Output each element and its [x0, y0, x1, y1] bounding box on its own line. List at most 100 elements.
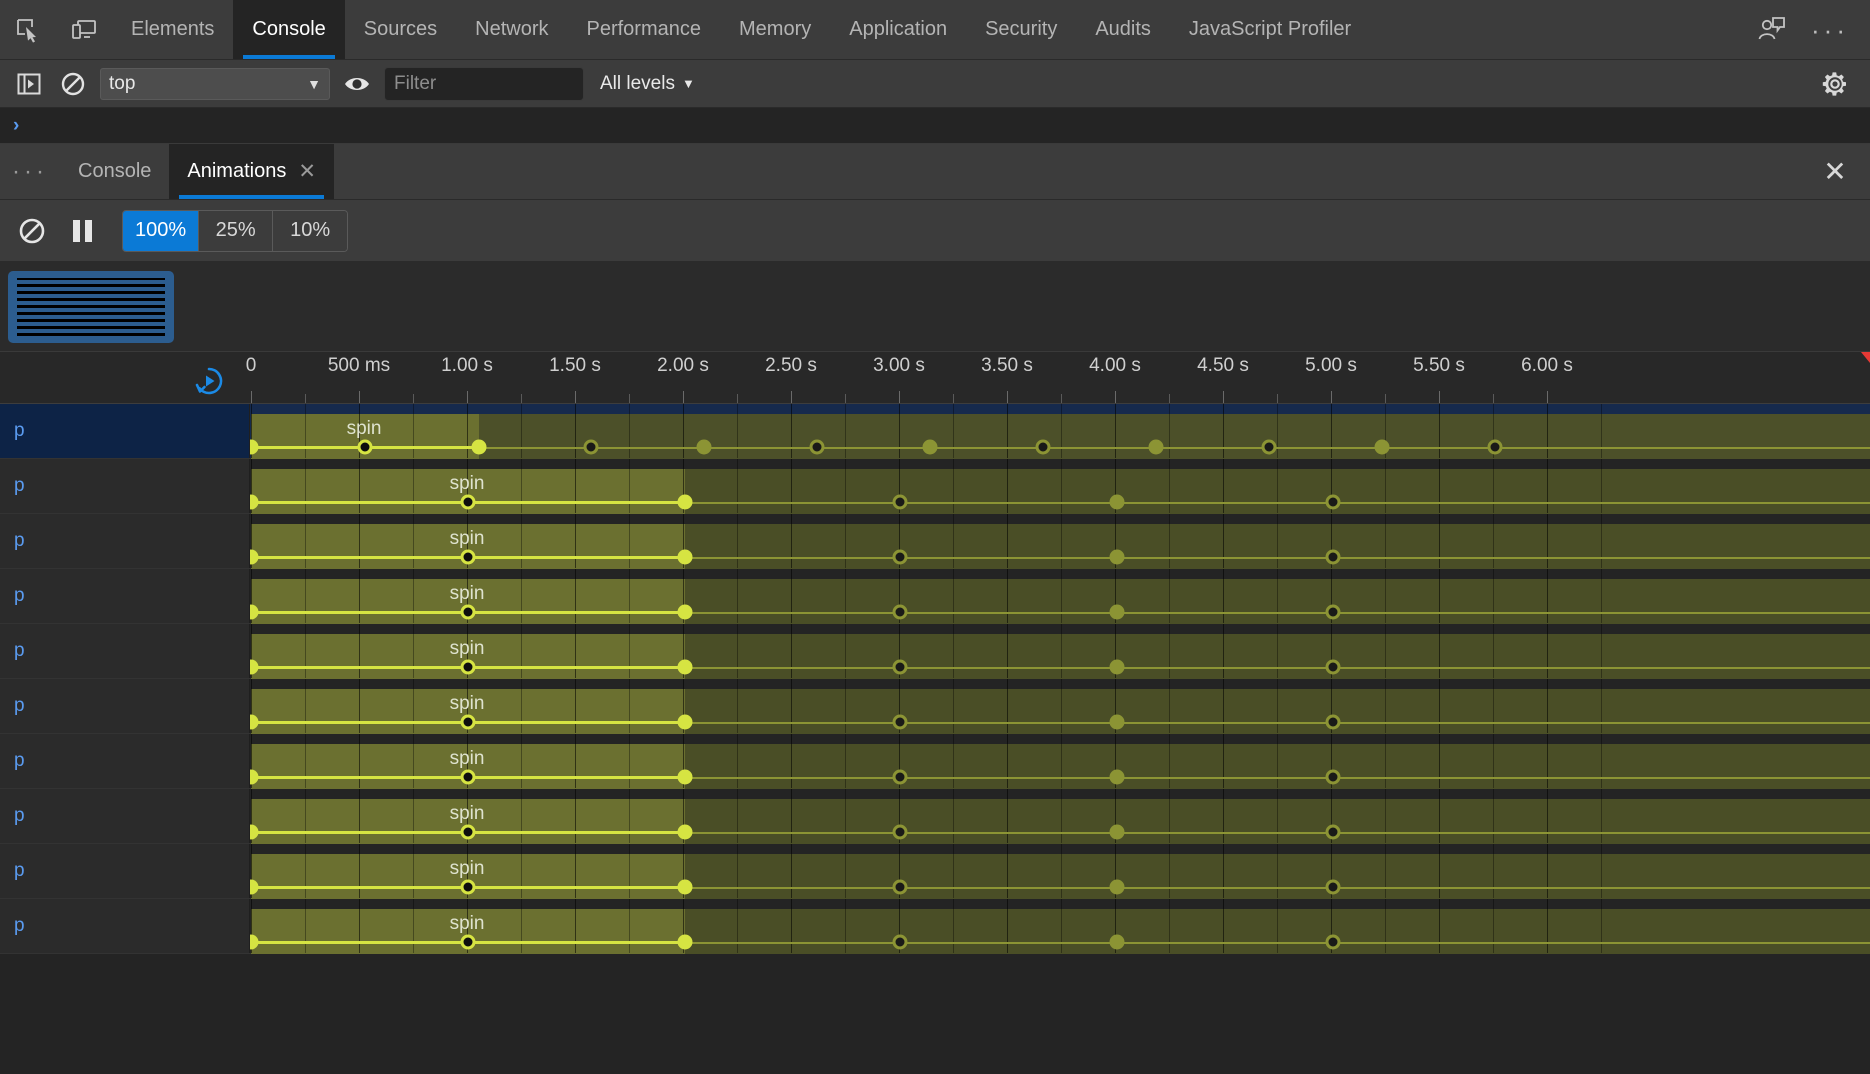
animation-keypoint[interactable]	[892, 714, 908, 730]
inspect-element-icon[interactable]	[0, 0, 56, 59]
animation-keypoint[interactable]	[696, 439, 712, 455]
console-prompt-row[interactable]: ›	[0, 108, 1870, 144]
animation-row-node-name[interactable]: p	[0, 679, 250, 733]
animation-track[interactable]: spin	[0, 734, 1870, 789]
animation-keypoint[interactable]	[677, 769, 693, 785]
tab-performance[interactable]: Performance	[568, 0, 721, 59]
tab-console[interactable]: Console	[233, 0, 345, 59]
drawer-tab-console[interactable]: Console	[60, 144, 169, 199]
animation-track[interactable]: spin	[0, 459, 1870, 514]
animation-row[interactable]: spin p	[0, 569, 1870, 624]
tab-elements[interactable]: Elements	[112, 0, 233, 59]
animation-keypoint[interactable]	[1148, 439, 1164, 455]
account-feedback-icon[interactable]	[1746, 16, 1798, 44]
animation-keypoint[interactable]	[1035, 439, 1051, 455]
animation-row-node-name[interactable]: p	[0, 624, 250, 678]
animation-track[interactable]: spin	[0, 404, 1870, 459]
close-icon[interactable]: ✕	[298, 161, 316, 182]
animation-keypoint[interactable]	[892, 934, 908, 950]
animation-keypoint[interactable]	[471, 439, 487, 455]
animation-keypoint[interactable]	[1109, 934, 1125, 950]
animation-row-node-name[interactable]: p	[0, 844, 250, 898]
animation-row-node-name[interactable]: p	[0, 404, 250, 458]
animation-keypoint[interactable]	[1325, 714, 1341, 730]
animation-row[interactable]: spin p	[0, 734, 1870, 789]
animation-keypoint[interactable]	[892, 769, 908, 785]
animation-track[interactable]: spin	[0, 679, 1870, 734]
animation-keypoint[interactable]	[460, 934, 476, 950]
tab-application[interactable]: Application	[830, 0, 966, 59]
animation-keypoint[interactable]	[1109, 769, 1125, 785]
animation-keypoint[interactable]	[357, 439, 373, 455]
animation-keypoint[interactable]	[1325, 934, 1341, 950]
tab-sources[interactable]: Sources	[345, 0, 456, 59]
tab-memory[interactable]: Memory	[720, 0, 830, 59]
tab-security[interactable]: Security	[966, 0, 1076, 59]
pause-icon[interactable]	[60, 209, 104, 253]
device-toolbar-icon[interactable]	[56, 0, 112, 59]
animation-keypoint[interactable]	[1325, 604, 1341, 620]
clear-animations-icon[interactable]	[10, 209, 54, 253]
animation-keypoint[interactable]	[677, 879, 693, 895]
speed-25[interactable]: 25%	[199, 210, 274, 251]
animation-keypoint[interactable]	[460, 659, 476, 675]
animation-keypoint[interactable]	[677, 714, 693, 730]
drawer-tab-animations[interactable]: Animations ✕	[169, 144, 334, 199]
log-level-select[interactable]: All levels ▼	[600, 73, 695, 95]
animation-row-node-name[interactable]: p	[0, 514, 250, 568]
animation-keypoint[interactable]	[460, 824, 476, 840]
more-options-icon[interactable]: ···	[1804, 17, 1856, 43]
tab-network[interactable]: Network	[456, 0, 567, 59]
animation-row[interactable]: spin p	[0, 679, 1870, 734]
animation-row-node-name[interactable]: p	[0, 569, 250, 623]
animation-keypoint[interactable]	[1109, 494, 1125, 510]
animation-row-node-name[interactable]: p	[0, 789, 250, 843]
drawer-more-tabs-icon[interactable]: ···	[0, 144, 60, 199]
animation-track[interactable]: spin	[0, 514, 1870, 569]
animation-track[interactable]: spin	[0, 569, 1870, 624]
animation-keypoint[interactable]	[583, 439, 599, 455]
animation-row[interactable]: spin p	[0, 789, 1870, 844]
animation-row[interactable]: spin p	[0, 624, 1870, 679]
timeline-ruler[interactable]: 0 500 ms 1.00 s 1.50 s 2.00 s 2.50 s 3.00 s 3.5…	[0, 352, 1870, 404]
tab-audits[interactable]: Audits	[1076, 0, 1170, 59]
animation-keypoint[interactable]	[892, 824, 908, 840]
animation-row-node-name[interactable]: p	[0, 899, 250, 953]
animation-keypoint[interactable]	[1109, 714, 1125, 730]
animation-row[interactable]: spin p	[0, 844, 1870, 899]
execution-context-select[interactable]: top ▼	[100, 67, 330, 100]
animation-keypoint[interactable]	[1325, 769, 1341, 785]
animation-row-node-name[interactable]: p	[0, 459, 250, 513]
animation-keypoint[interactable]	[892, 549, 908, 565]
animation-group-preview[interactable]	[8, 270, 174, 343]
speed-100[interactable]: 100%	[123, 210, 200, 251]
animation-keypoint[interactable]	[1487, 439, 1503, 455]
animation-keypoint[interactable]	[460, 604, 476, 620]
animation-keypoint[interactable]	[892, 604, 908, 620]
animation-row[interactable]: spin p	[0, 514, 1870, 569]
console-filter-input[interactable]	[384, 66, 584, 101]
animation-keypoint[interactable]	[922, 439, 938, 455]
speed-10[interactable]: 10%	[273, 210, 348, 251]
animation-keypoint[interactable]	[1261, 439, 1277, 455]
animation-keypoint[interactable]	[677, 604, 693, 620]
animation-keypoint[interactable]	[677, 824, 693, 840]
tab-javascript-profiler[interactable]: JavaScript Profiler	[1170, 0, 1370, 59]
animation-keypoint[interactable]	[1109, 549, 1125, 565]
animation-keypoint[interactable]	[460, 714, 476, 730]
animation-track[interactable]: spin	[0, 624, 1870, 679]
animation-row-node-name[interactable]: p	[0, 734, 250, 788]
console-sidebar-icon[interactable]	[12, 67, 46, 101]
animation-keypoint[interactable]	[892, 879, 908, 895]
animation-keypoint[interactable]	[677, 549, 693, 565]
animation-row[interactable]: spin p	[0, 899, 1870, 954]
animation-keypoint[interactable]	[892, 494, 908, 510]
animation-row[interactable]: spin p	[0, 459, 1870, 514]
animation-row[interactable]: spin p	[0, 404, 1870, 459]
animation-keypoint[interactable]	[677, 494, 693, 510]
gear-icon[interactable]	[1818, 67, 1852, 101]
animation-keypoint[interactable]	[677, 934, 693, 950]
animation-keypoint[interactable]	[1325, 659, 1341, 675]
clear-console-icon[interactable]	[56, 67, 90, 101]
animation-keypoint[interactable]	[892, 659, 908, 675]
